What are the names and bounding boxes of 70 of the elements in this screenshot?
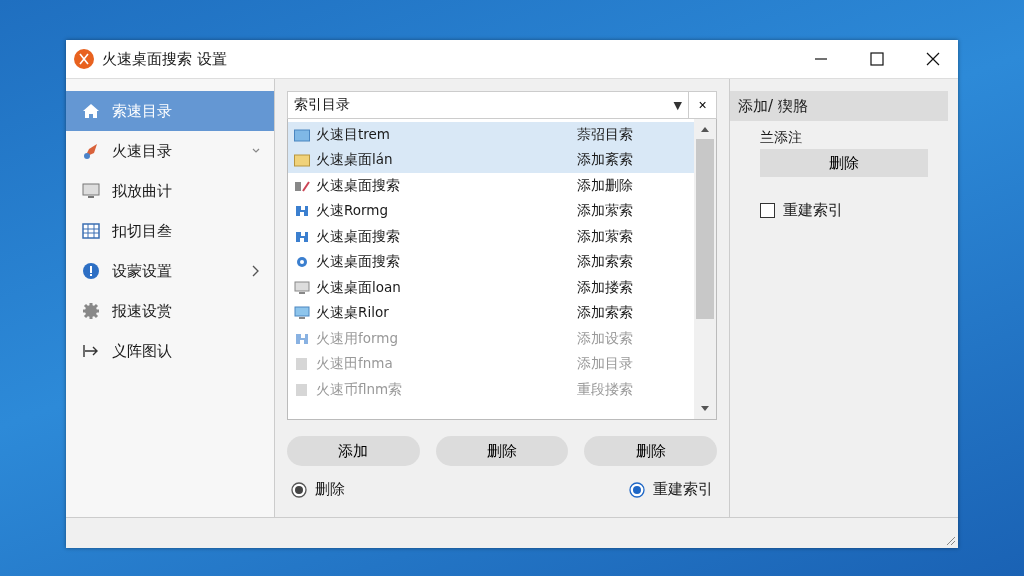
item-name: 火速桌面搜索 <box>316 176 401 195</box>
doc-icon <box>294 382 310 397</box>
list-row[interactable]: 火速Rormg 添加萦索 <box>288 198 694 224</box>
scrollbar[interactable] <box>694 119 716 419</box>
home-icon <box>82 102 100 120</box>
item-name: 火速桌面搜索 <box>316 253 401 272</box>
item-action: 添加索索 <box>577 304 633 323</box>
item-action: 添加设索 <box>577 329 633 348</box>
radio-button[interactable] <box>629 481 645 498</box>
item-name: 火速目trem <box>316 125 391 144</box>
doc-icon <box>294 357 310 372</box>
action-button[interactable]: 删除 <box>435 436 569 466</box>
sidebar-item[interactable]: 扣切目叁 <box>66 211 274 251</box>
item-action: 添加萦索 <box>577 202 633 221</box>
window-title: 火速桌面搜索 设置 <box>102 49 227 69</box>
list-row[interactable]: 火速桌面搜索 添加索索 <box>288 249 694 275</box>
sidebar-item[interactable]: 报速设赏 <box>66 291 274 331</box>
list-row[interactable]: 火速桌Rilor 添加索索 <box>288 300 694 326</box>
monitor-icon <box>82 182 100 200</box>
chevron-down-icon <box>252 148 260 154</box>
item-name: 火速桌面lán <box>316 151 394 170</box>
item-name: 火速币flnm索 <box>316 380 404 399</box>
directory-dropdown[interactable]: 索引目录 ▼ <box>287 91 689 119</box>
list-row[interactable]: 火速桌面搜索 添加萦索 <box>288 224 694 250</box>
clear-button[interactable]: × <box>689 91 717 119</box>
delete-button[interactable]: 删除 <box>760 149 928 177</box>
list-row[interactable]: 火速桌面lán 添加紊索 <box>288 147 694 173</box>
field-label: 兰添注 <box>760 129 802 147</box>
list-row[interactable]: 火速目trem 萘弨目索 <box>288 122 694 148</box>
sidebar-item[interactable]: 义阵图认 <box>66 331 274 371</box>
item-name: 火速Rormg <box>316 202 390 221</box>
item-action: 重段搂索 <box>577 380 633 399</box>
grid-icon <box>82 222 100 240</box>
monitor-icon <box>294 280 310 295</box>
item-action: 萘弨目索 <box>577 125 633 144</box>
exit-icon <box>82 342 100 360</box>
radio-label: 重建索引 <box>653 480 713 499</box>
item-action: 添加目录 <box>577 355 633 374</box>
item-name: 火速桌面loan <box>316 278 402 297</box>
panel-header: 添加/ 猰胳 <box>730 91 948 121</box>
item-action: 添加紊索 <box>577 151 633 170</box>
item-name: 火速用formg <box>316 329 400 348</box>
maximize-icon[interactable] <box>870 52 884 66</box>
item-name: 火速田fnma <box>316 355 394 374</box>
checkbox[interactable] <box>760 203 775 218</box>
list-row[interactable]: 火速桌面搜索 添加删除 <box>288 173 694 199</box>
chevron-right-icon <box>252 265 260 277</box>
action-button[interactable]: 删除 <box>584 436 717 466</box>
sidebar-item[interactable]: 火速目录 <box>66 131 274 171</box>
sidebar-item[interactable]: 拟放曲计 <box>66 171 274 211</box>
folder-icon <box>294 153 310 168</box>
checkbox-label: 重建索引 <box>783 201 843 220</box>
info-icon <box>82 262 100 280</box>
item-action: 添加索索 <box>577 253 633 272</box>
resize-grip-icon[interactable] <box>944 534 956 546</box>
sidebar-item[interactable]: 设蒙设置 <box>66 251 274 291</box>
item-name: 火速桌面搜索 <box>316 227 401 246</box>
app-logo-icon <box>74 49 94 69</box>
close-icon[interactable] <box>926 52 940 66</box>
action-button[interactable]: 添加 <box>287 436 420 466</box>
scroll-down-icon[interactable] <box>700 405 710 413</box>
item-action: 添加删除 <box>577 176 633 195</box>
item-name: 火速桌Rilor <box>316 304 390 323</box>
item-action: 添加萦索 <box>577 227 633 246</box>
folder-icon <box>294 127 310 142</box>
list-row[interactable]: 火速桌面loan 添加搂索 <box>288 275 694 301</box>
monitor-icon <box>294 306 310 321</box>
radio-label: 删除 <box>315 480 345 499</box>
item-action: 添加搂索 <box>577 278 633 297</box>
scroll-up-icon[interactable] <box>700 125 710 133</box>
